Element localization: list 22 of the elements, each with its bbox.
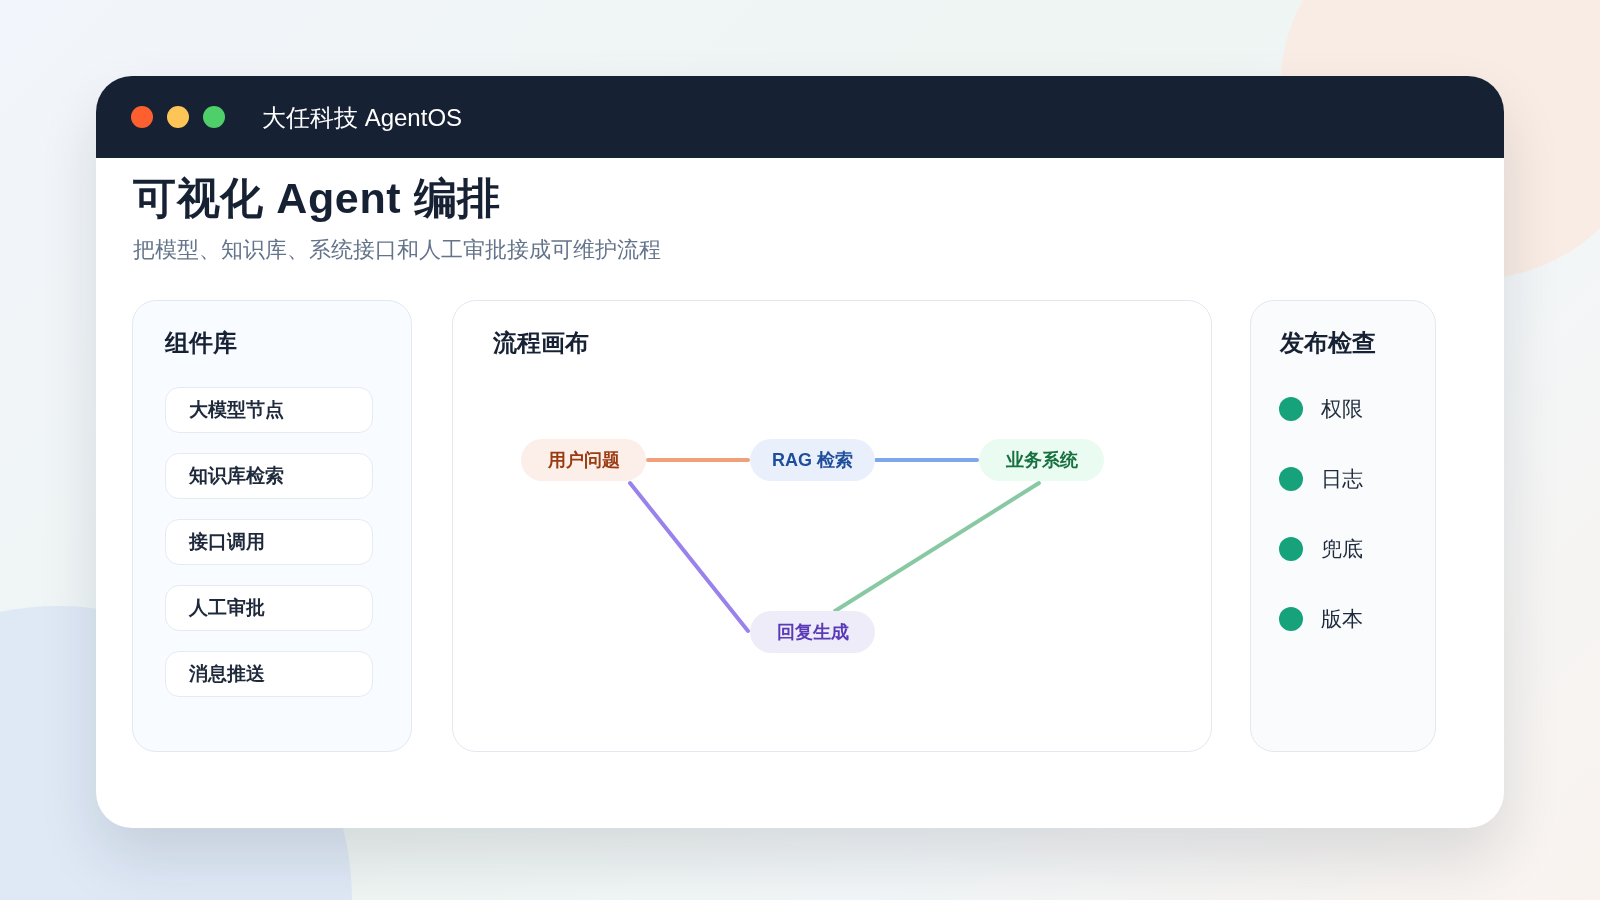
page-subtitle: 把模型、知识库、系统接口和人工审批接成可维护流程: [133, 237, 661, 264]
component-item[interactable]: 大模型节点: [165, 387, 373, 433]
close-button[interactable]: [131, 106, 153, 128]
panel-title: 流程画布: [493, 329, 589, 358]
component-item[interactable]: 人工审批: [165, 585, 373, 631]
check-label: 版本: [1321, 606, 1363, 632]
page-heading: 可视化 Agent 编排: [133, 173, 501, 224]
check-label: 权限: [1321, 396, 1363, 422]
flow-node[interactable]: 业务系统: [979, 439, 1104, 481]
minimize-button[interactable]: [167, 106, 189, 128]
component-item[interactable]: 接口调用: [165, 519, 373, 565]
check-label: 日志: [1321, 466, 1363, 492]
panel-title: 组件库: [165, 329, 237, 358]
flow-node[interactable]: 回复生成: [750, 611, 875, 653]
panel-title: 发布检查: [1280, 329, 1376, 358]
window-title: 大任科技 AgentOS: [262, 103, 463, 133]
component-item[interactable]: 消息推送: [165, 651, 373, 697]
maximize-button[interactable]: [203, 106, 225, 128]
flow-node[interactable]: 用户问题: [521, 439, 646, 481]
flow-node[interactable]: RAG 检索: [750, 439, 875, 481]
check-label: 兜底: [1321, 536, 1363, 562]
component-item[interactable]: 知识库检索: [165, 453, 373, 499]
